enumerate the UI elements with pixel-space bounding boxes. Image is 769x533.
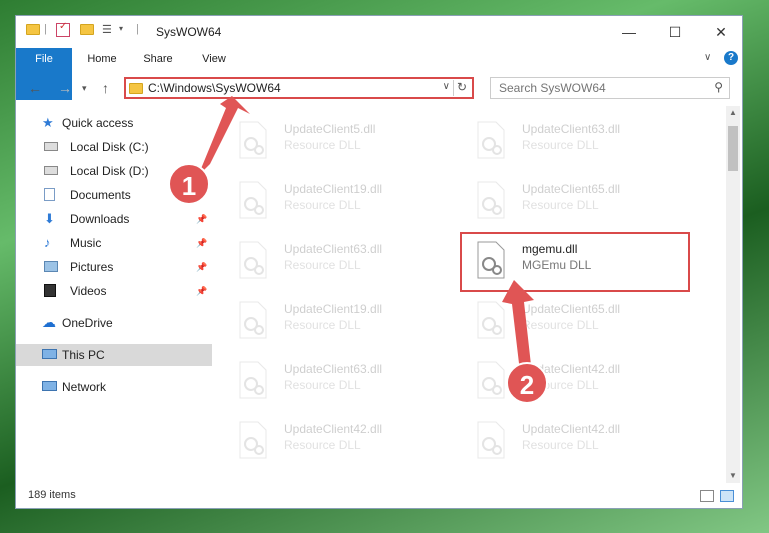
callout-one: 1 xyxy=(168,163,210,205)
callout-two: 2 xyxy=(506,362,548,404)
callout-arrows xyxy=(198,96,534,374)
arrow-two xyxy=(502,280,534,374)
arrow-one xyxy=(198,96,250,176)
